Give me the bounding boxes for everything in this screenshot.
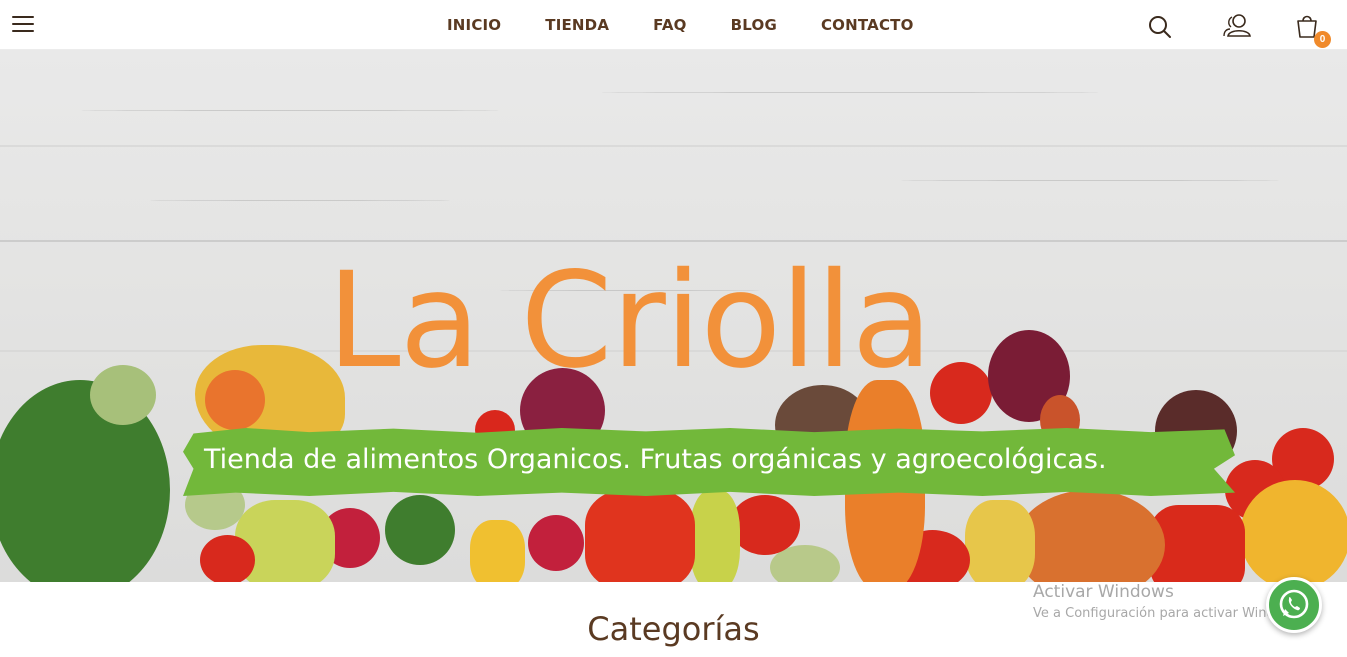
- wood-plank-line: [0, 145, 1347, 147]
- pear-blush-image: [205, 370, 265, 430]
- wood-grain: [900, 180, 1280, 181]
- red-pepper-image: [585, 490, 695, 582]
- tomato-image: [200, 535, 255, 582]
- yellow-pepper-image: [1240, 480, 1347, 582]
- green-chili-image: [690, 490, 740, 582]
- tomato-image: [930, 362, 992, 424]
- hero-tagline: Tienda de alimentos Organicos. Frutas or…: [204, 444, 1107, 475]
- search-icon[interactable]: [1146, 12, 1174, 40]
- main-nav: INICIO TIENDA FAQ BLOG CONTACTO: [447, 16, 914, 34]
- user-icon[interactable]: [1222, 12, 1251, 40]
- cart-count-badge: 0: [1314, 31, 1331, 48]
- wood-plank-line: [0, 240, 1347, 242]
- hamburger-menu-icon[interactable]: [12, 16, 34, 34]
- yellow-pepper-image: [965, 500, 1035, 582]
- nav-inicio[interactable]: INICIO: [447, 16, 501, 34]
- nav-faq[interactable]: FAQ: [653, 16, 687, 34]
- broccoli-image: [385, 495, 455, 565]
- whatsapp-button[interactable]: [1266, 577, 1322, 633]
- brussels-sprout-image: [90, 365, 156, 425]
- nav-blog[interactable]: BLOG: [731, 16, 777, 34]
- site-header: INICIO TIENDA FAQ BLOG CONTACTO 0: [0, 0, 1347, 50]
- tomato-image: [730, 495, 800, 555]
- nav-tienda[interactable]: TIENDA: [545, 16, 609, 34]
- hero-title: La Criolla: [327, 244, 932, 398]
- nav-contacto[interactable]: CONTACTO: [821, 16, 914, 34]
- windows-activation-watermark: Activar Windows Ve a Configuración para …: [1033, 582, 1304, 621]
- wood-grain: [600, 92, 1100, 93]
- radish-image: [528, 515, 584, 571]
- wood-grain: [150, 200, 450, 201]
- whatsapp-icon: [1279, 589, 1309, 619]
- hero-banner: La Criolla Tienda de alimentos Organicos…: [0, 50, 1347, 582]
- pomegranate-image: [1015, 490, 1165, 582]
- watermark-subtitle: Ve a Configuración para activar Windows.: [1033, 606, 1305, 621]
- wood-grain: [80, 110, 500, 111]
- yellow-pepper-image: [470, 520, 525, 582]
- watermark-title: Activar Windows: [1033, 582, 1174, 602]
